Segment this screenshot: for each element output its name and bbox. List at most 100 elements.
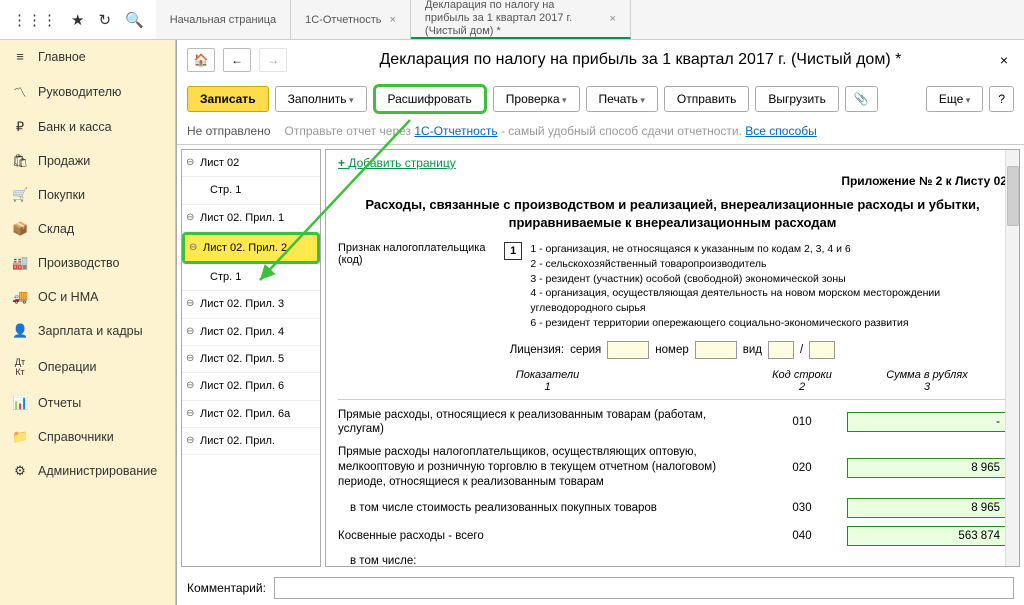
user-icon: 👤 <box>12 323 28 339</box>
tree-item[interactable]: Стр. 1 <box>182 264 320 291</box>
attach-button[interactable]: 📎 <box>845 86 878 112</box>
sidebar-item-label: Справочники <box>38 430 114 444</box>
tab-bar: Начальная страница 1С-Отчетность× Деклар… <box>156 0 631 39</box>
export-button[interactable]: Выгрузить <box>755 86 839 112</box>
sidebar-item-assets[interactable]: 🚚ОС и НМА <box>0 280 175 314</box>
factory-icon: 🏭 <box>12 255 28 271</box>
taxcode-description: 1 - организация, не относящаяся к указан… <box>530 242 1007 330</box>
tree-item[interactable]: Лист 02 <box>182 150 320 177</box>
help-button[interactable]: ? <box>989 86 1014 112</box>
sidebar-item-production[interactable]: 🏭 Производство <box>0 246 175 280</box>
bag-icon: 🛍 <box>12 153 28 169</box>
tree-item[interactable]: Лист 02. Прил. 6а <box>182 401 320 428</box>
sidebar-item-admin[interactable]: ⚙Администрирование <box>0 454 175 488</box>
fill-button[interactable]: Заполнить <box>275 86 367 112</box>
truck-icon: 🚚 <box>12 289 28 305</box>
sidebar-item-sales[interactable]: 🛍Продажи <box>0 144 175 178</box>
sidebar-item-label: Банк и касса <box>38 120 112 134</box>
sidebar-item-label: Производство <box>38 256 120 270</box>
tab-reporting[interactable]: 1С-Отчетность× <box>291 0 411 39</box>
ruble-icon: ₽ <box>12 119 28 135</box>
scrollbar-thumb[interactable] <box>1007 166 1019 226</box>
tree-item-selected[interactable]: Лист 02. Прил. 2 <box>182 232 320 264</box>
search-icon[interactable]: 🔍 <box>125 11 144 29</box>
decrypt-button[interactable]: Расшифровать <box>373 84 487 114</box>
row-label: Косвенные расходы - всего <box>338 529 757 544</box>
license-series-input[interactable] <box>607 341 649 359</box>
sidebar-item-purchases[interactable]: 🛒Покупки <box>0 178 175 212</box>
tab-declaration[interactable]: Декларация по налогу на прибыль за 1 ква… <box>411 0 631 39</box>
home-button[interactable]: 🏠 <box>187 48 215 72</box>
tree-item[interactable]: Лист 02. Прил. 5 <box>182 346 320 373</box>
add-page-link[interactable]: Добавить страницу <box>338 156 456 170</box>
comment-row: Комментарий: <box>177 571 1024 605</box>
sidebar-item-bank[interactable]: ₽ Банк и касса <box>0 110 175 144</box>
license-number-input[interactable] <box>695 341 737 359</box>
row-code: 040 <box>757 530 847 542</box>
save-button[interactable]: Записать <box>187 86 269 112</box>
page-tree[interactable]: Лист 02 Стр. 1 Лист 02. Прил. 1 Лист 02.… <box>181 149 321 567</box>
column-headers: Показатели1 Код строки2 Сумма в рублях3 <box>338 369 1007 393</box>
hamburger-icon: ≡ <box>12 49 28 64</box>
status-label: Не отправлено <box>187 124 271 138</box>
more-button[interactable]: Еще <box>926 86 983 112</box>
row-value-input[interactable] <box>847 412 1007 432</box>
row-code: 010 <box>757 416 847 428</box>
tab-label: Декларация по налогу на прибыль за 1 ква… <box>425 0 602 38</box>
topbar: ⋮⋮⋮ ★ ↻ 🔍 Начальная страница 1С-Отчетнос… <box>0 0 1024 40</box>
close-icon[interactable]: × <box>609 13 615 25</box>
sidebar-item-label: Операции <box>38 360 96 374</box>
toolbar: Записать Заполнить Расшифровать Проверка… <box>177 80 1024 118</box>
title-row: 🏠 ← → Декларация по налогу на прибыль за… <box>177 40 1024 80</box>
comment-input[interactable] <box>274 577 1014 599</box>
sidebar-item-operations[interactable]: ДтКтОперации <box>0 348 175 386</box>
tree-item[interactable]: Лист 02. Прил. 3 <box>182 291 320 318</box>
back-button[interactable]: ← <box>223 48 251 72</box>
main: ≡Главное 〽Руководителю ₽Банк и касса 🛍Пр… <box>0 40 1024 605</box>
chart-icon: 〽 <box>12 82 28 101</box>
apps-icon[interactable]: ⋮⋮⋮ <box>12 11 57 29</box>
print-button[interactable]: Печать <box>586 86 658 112</box>
sidebar-item-catalogs[interactable]: 📁 Справочники <box>0 420 175 454</box>
tree-item[interactable]: Стр. 1 <box>182 177 320 204</box>
tree-item[interactable]: Лист 02. Прил. <box>182 428 320 455</box>
tab-home[interactable]: Начальная страница <box>156 0 291 39</box>
send-button[interactable]: Отправить <box>664 86 750 112</box>
row-value-input[interactable] <box>847 498 1007 518</box>
sidebar-item-main[interactable]: ≡Главное <box>0 40 175 73</box>
tree-item[interactable]: Лист 02. Прил. 4 <box>182 319 320 346</box>
row-value-input[interactable] <box>847 526 1007 546</box>
taxcode-label: Признак налогоплательщика (код) <box>338 242 496 266</box>
sidebar-item-label: Администрирование <box>38 464 157 478</box>
sidebar-item-reports[interactable]: 📊Отчеты <box>0 386 175 420</box>
forward-button[interactable]: → <box>259 48 287 72</box>
sidebar-item-label: Руководителю <box>38 85 121 99</box>
close-button[interactable]: × <box>994 52 1014 68</box>
data-row: в том числе стоимость реализованных поку… <box>338 498 1007 518</box>
appendix-title: Приложение № 2 к Листу 02 <box>338 174 1007 188</box>
taxcode-value[interactable]: 1 <box>504 242 522 260</box>
scrollbar[interactable] <box>1005 150 1019 566</box>
row-value-input[interactable] <box>847 458 1007 478</box>
sidebar-item-warehouse[interactable]: 📦Склад <box>0 212 175 246</box>
folder-icon: 📁 <box>12 429 28 445</box>
license-type-input[interactable] <box>768 341 794 359</box>
box-icon: 📦 <box>12 221 28 237</box>
page-title: Декларация по налогу на прибыль за 1 ква… <box>295 51 986 69</box>
row-code: 020 <box>757 462 847 474</box>
reporting-link[interactable]: 1С-Отчетность <box>414 124 497 138</box>
check-button[interactable]: Проверка <box>493 86 580 112</box>
sidebar-item-payroll[interactable]: 👤Зарплата и кадры <box>0 314 175 348</box>
license-type2-input[interactable] <box>809 341 835 359</box>
star-icon[interactable]: ★ <box>71 11 84 29</box>
close-icon[interactable]: × <box>389 14 395 26</box>
status-message: Отправьте отчет через 1С-Отчетность - са… <box>285 124 817 138</box>
sidebar-item-manager[interactable]: 〽 Руководителю <box>0 73 175 110</box>
taxcode-row: Признак налогоплательщика (код) 1 1 - ор… <box>338 242 1007 330</box>
all-methods-link[interactable]: Все способы <box>745 124 817 138</box>
history-icon[interactable]: ↻ <box>98 11 111 29</box>
tree-item[interactable]: Лист 02. Прил. 1 <box>182 205 320 232</box>
content: 🏠 ← → Декларация по налогу на прибыль за… <box>176 40 1024 605</box>
data-row: в том числе: <box>338 554 1007 567</box>
tree-item[interactable]: Лист 02. Прил. 6 <box>182 373 320 400</box>
